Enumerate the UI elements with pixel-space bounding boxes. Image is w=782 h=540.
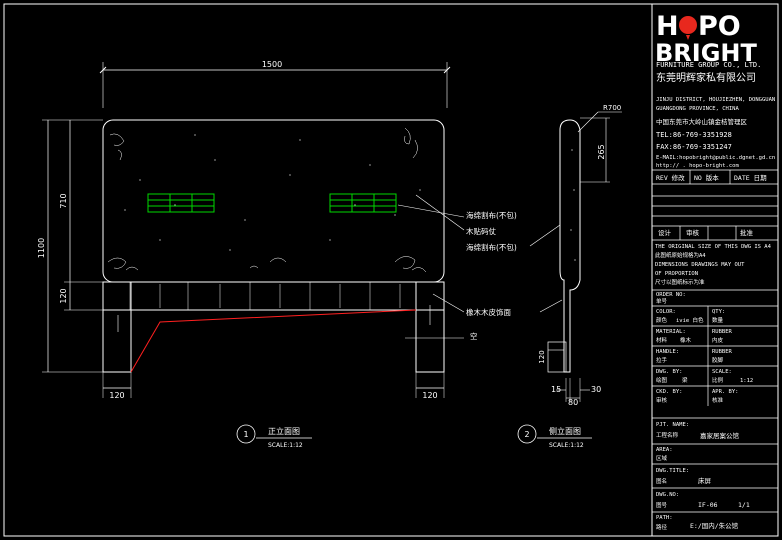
rubber-label: RUBBER bbox=[712, 329, 732, 335]
apr-label: APR. BY: bbox=[712, 389, 739, 395]
side-80-text: 80 bbox=[568, 398, 578, 407]
approval-approve: 批准 bbox=[740, 229, 753, 237]
address-cn: 中国东莞市大岭山镇金桔管理区 bbox=[656, 118, 747, 126]
path-cn: 路径 bbox=[656, 525, 668, 531]
view1-number: 1 bbox=[243, 430, 248, 439]
dim-width-text: 1500 bbox=[262, 60, 282, 69]
address-tel: TEL:86-769-3351928 bbox=[656, 131, 732, 139]
rev-no-label: NO 版本 bbox=[694, 174, 719, 182]
order-cn: 单号 bbox=[656, 299, 668, 305]
address-http: http:// . hopo-bright.com bbox=[656, 163, 739, 169]
view2-scale: SCALE:1:12 bbox=[549, 442, 584, 449]
dim-height-panel-text: 710 bbox=[59, 193, 68, 208]
path-label: PATH: bbox=[656, 515, 673, 521]
path-value: E:/国内/朱公馆 bbox=[690, 522, 739, 530]
side-265-text: 265 bbox=[597, 144, 606, 159]
note-1: THE ORIGINAL SIZE OF THIS DWG IS A4 bbox=[655, 244, 771, 250]
color-cn: 颜色 bbox=[656, 318, 668, 324]
ckd-label: CKD. BY: bbox=[656, 389, 683, 395]
scale-cn: 比例 bbox=[712, 378, 724, 384]
rubber-cn: 内皮 bbox=[712, 338, 724, 344]
scale-value: 1:12 bbox=[740, 378, 754, 384]
logo-balloon-icon bbox=[679, 16, 697, 34]
dim-base-text: 120 bbox=[59, 288, 68, 303]
prj-value: 嘉家居案公馆 bbox=[700, 432, 739, 440]
dwgno-cn: 图号 bbox=[656, 503, 668, 509]
dwgno-label: DWG.NO: bbox=[656, 492, 680, 498]
title-value: 床屏 bbox=[698, 477, 711, 485]
prj-cn: 工程名称 bbox=[656, 433, 679, 439]
qty-cn: 数量 bbox=[712, 318, 724, 324]
rev-date-label: DATE 日期 bbox=[734, 174, 767, 182]
label-wood-trim: 木贴码仗 bbox=[466, 226, 496, 236]
color-label: COLOR: bbox=[656, 309, 676, 315]
dwg-by-label: DWG. BY: bbox=[656, 369, 683, 375]
area-label: AREA: bbox=[656, 447, 673, 453]
approval-design: 设计 bbox=[658, 229, 671, 237]
label-fabric-2: 海绵割布(不包) bbox=[466, 242, 517, 252]
note-4: OF PROPORTION bbox=[655, 271, 699, 277]
apr-cn: 核准 bbox=[712, 398, 724, 404]
material-label: MATERIAL: bbox=[656, 329, 686, 335]
handle-cn: 拉手 bbox=[656, 358, 668, 364]
cad-drawing-page: 1500 1100 710 120 120 120 R700 265 120 1… bbox=[0, 0, 782, 540]
rubber2-cn: 胶脚 bbox=[712, 358, 724, 364]
area-cn: 区域 bbox=[656, 456, 668, 462]
label-fabric-1: 海绵割布(不包) bbox=[466, 210, 517, 220]
address-en-1: JINJU DISTRICT, HOUJIEZHEN, DONGGUAN bbox=[656, 97, 776, 103]
view2-title: 侧立面图 bbox=[549, 426, 581, 436]
ckd-cn: 审核 bbox=[656, 398, 668, 404]
note-5: 尺寸以图纸标示为准 bbox=[655, 280, 705, 286]
address-fax: FAX:86-769-3351247 bbox=[656, 143, 732, 151]
sheet-value: 1/1 bbox=[738, 501, 750, 509]
svg-text:PO: PO bbox=[698, 11, 741, 42]
side-30-text: 30 bbox=[591, 385, 601, 394]
view2-number: 2 bbox=[524, 430, 529, 439]
label-veneer: 橡木木皮饰面 bbox=[466, 307, 511, 317]
logo-hopo: H bbox=[656, 11, 679, 42]
dim-leg-left-text: 120 bbox=[109, 391, 124, 400]
dim-leg-right-text: 120 bbox=[422, 391, 437, 400]
qty-label: QTY: bbox=[712, 309, 726, 315]
rubber2-label: RUBBER bbox=[712, 349, 732, 355]
side-r-text: R700 bbox=[603, 104, 621, 112]
view1-title: 正立面图 bbox=[268, 426, 300, 436]
side-15-text: 15 bbox=[551, 385, 561, 394]
side-120-text: 120 bbox=[538, 350, 546, 363]
title-cn: 图名 bbox=[656, 479, 668, 485]
material-cn: 材料 bbox=[656, 338, 668, 344]
material-value: 橡木 bbox=[680, 338, 692, 344]
rev-label: REV 修改 bbox=[656, 174, 685, 182]
address-email: E-MAIL:hopobright@public.dgnet.gd.cn bbox=[656, 155, 776, 161]
scale-label: SCALE: bbox=[712, 369, 732, 375]
handle-label: HANDLE: bbox=[656, 349, 680, 355]
title-label: DWG.TITLE: bbox=[656, 468, 690, 474]
prj-label: PJT. NAME: bbox=[656, 422, 690, 428]
logo-cn-name: 东莞明辉家私有限公司 bbox=[656, 73, 756, 84]
logo-group: FURNITURE GROUP CO., LTD. bbox=[656, 61, 762, 69]
approval-check: 审核 bbox=[686, 229, 699, 237]
dwg-by-value: 梁 bbox=[682, 378, 688, 384]
color-value: ivie 白色 bbox=[676, 318, 704, 324]
address-en-2: GUANGDONG PROVINCE, CHINA bbox=[656, 106, 739, 112]
dim-height-total-text: 1100 bbox=[37, 238, 46, 258]
note-2: 此图纸原始规格为A4 bbox=[655, 253, 706, 259]
note-3: DIMENSIONS DRAWINGS MAY OUT bbox=[655, 262, 745, 268]
dwgno-value: IF-06 bbox=[698, 501, 718, 509]
side-profile bbox=[559, 119, 581, 373]
headboard-panel bbox=[102, 119, 445, 283]
dwg-by-cn: 绘图 bbox=[656, 378, 668, 384]
view1-scale: SCALE:1:12 bbox=[268, 442, 303, 449]
label-empty: 空 bbox=[470, 331, 478, 341]
